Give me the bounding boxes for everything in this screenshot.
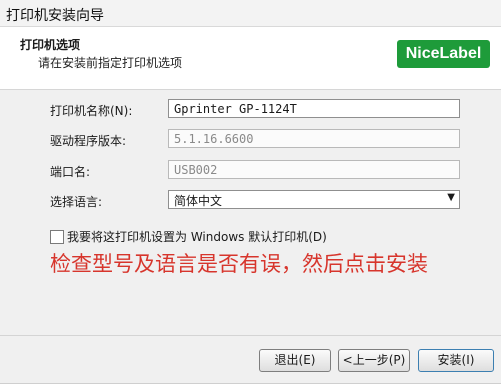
page-heading: 打印机选项 <box>20 38 81 52</box>
page-subtitle: 请在安装前指定打印机选项 <box>38 56 183 70</box>
exit-button[interactable]: 退出(E) <box>259 349 331 372</box>
footer-divider <box>0 335 501 336</box>
instruction-annotation: 检查型号及语言是否有误，然后点击安装 <box>50 252 428 276</box>
default-printer-checkbox[interactable] <box>50 230 64 244</box>
install-button[interactable]: 安装(I) <box>418 349 494 372</box>
chevron-down-icon[interactable]: ▼ <box>447 192 455 203</box>
port-field: USB002 <box>168 160 460 179</box>
back-button[interactable]: <上一步(P) <box>338 349 410 372</box>
driver-version-label: 驱动程序版本: <box>50 134 127 148</box>
language-selected-value: 简体中文 <box>174 194 223 208</box>
driver-version-field: 5.1.16.6600 <box>168 129 460 148</box>
language-label: 选择语言: <box>50 195 103 209</box>
window-title: 打印机安装向导 <box>6 8 104 24</box>
default-printer-label[interactable]: 我要将这打印机设置为 Windows 默认打印机(D) <box>67 228 327 245</box>
printer-name-field[interactable]: Gprinter GP-1124T <box>168 99 460 118</box>
title-bar: 打印机安装向导 <box>0 0 501 27</box>
nicelabel-logo: NiceLabel <box>397 40 490 68</box>
language-select[interactable]: 简体中文 ▼ <box>168 190 460 209</box>
printer-name-label: 打印机名称(N): <box>50 104 133 118</box>
port-label: 端口名: <box>50 165 91 179</box>
